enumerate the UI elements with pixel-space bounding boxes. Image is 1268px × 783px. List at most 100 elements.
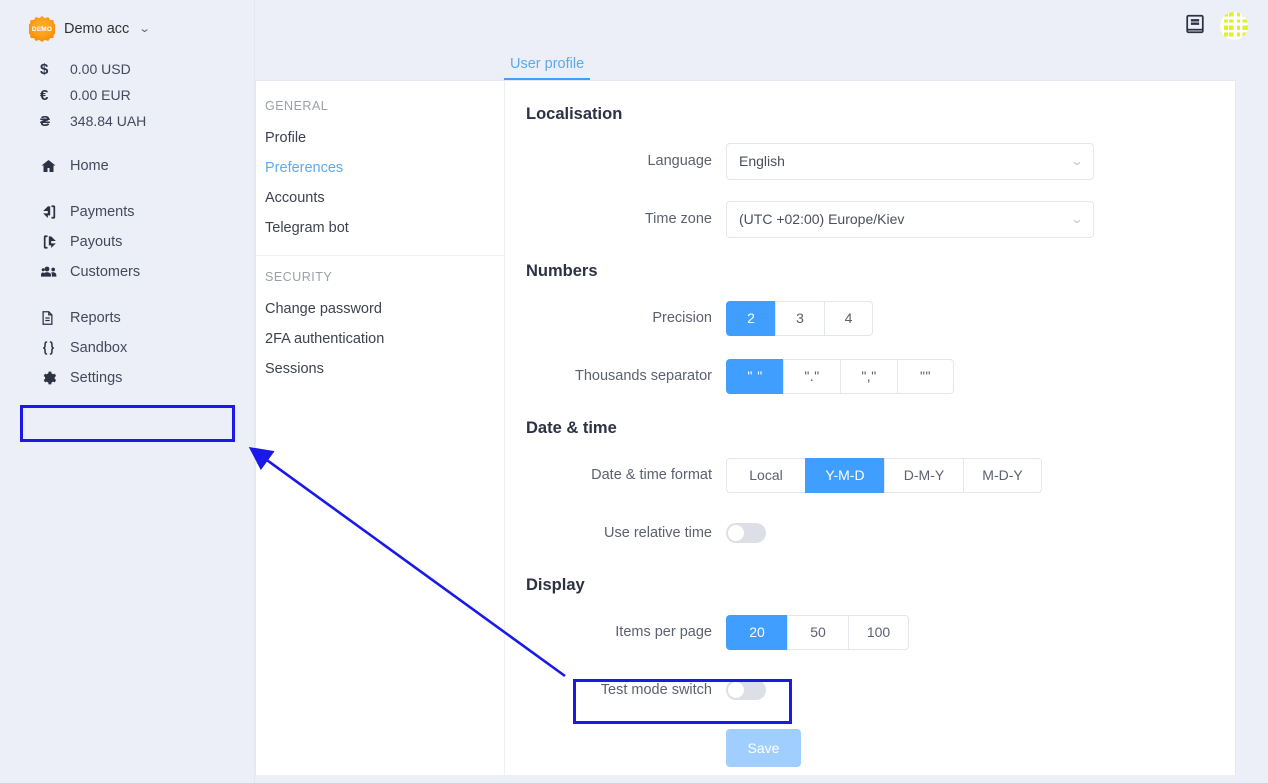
thousands-separator-option-comma[interactable]: "," [840,358,897,394]
balance-row: ₴ 348.84 UAH [0,108,254,134]
items-per-page-segmented-control: 20 50 100 [726,614,909,650]
settings-section-security: SECURITY Change password 2FA authenticat… [256,270,504,384]
balance-row: € 0.00 EUR [0,82,254,108]
tab-label: User profile [510,56,585,72]
content-card-outer: GENERAL Profile Preferences Accounts Tel… [255,80,1268,775]
sign-out-arrow-icon [40,234,70,250]
use-relative-time-toggle[interactable] [726,523,766,543]
nav-group-2: Payments Payouts Customers [0,197,254,287]
datetime-format-option-mdy[interactable]: M-D-Y [963,457,1042,493]
field-label-test-mode: Test mode switch [600,682,712,698]
timezone-select[interactable]: (UTC +02:00) Europe/Kiev ⌄ [726,200,1094,238]
chevron-down-icon: ⌄ [1070,212,1084,226]
field-label-thousands-separator: Thousands separator [574,368,712,384]
sidebar: DEMO Demo acc ⌄ $ 0.00 USD € 0.00 EUR ₴ … [0,0,255,783]
field-label-timezone: Time zone [644,211,712,227]
sidebar-item-label: Payouts [70,234,123,250]
datetime-format-option-ymd[interactable]: Y-M-D [805,457,884,493]
datetime-format-option-local[interactable]: Local [726,457,805,493]
settings-nav-divider [256,255,504,256]
field-label-language: Language [647,153,712,169]
tab-user-profile[interactable]: User profile [504,56,591,80]
field-label-precision: Precision [652,310,712,326]
datetime-format-segmented-control: Local Y-M-D D-M-Y M-D-Y [726,457,1042,493]
balance-value-uah: 348.84 UAH [70,113,147,129]
group-title-numbers: Numbers [526,262,598,280]
settings-nav-item-change-password[interactable]: Change password [256,294,504,324]
user-avatar[interactable] [1220,12,1248,40]
settings-nav: GENERAL Profile Preferences Accounts Tel… [256,81,505,775]
section-title-security: SECURITY [265,270,333,284]
sidebar-item-label: Home [70,158,109,174]
group-title-localisation: Localisation [526,105,623,123]
sidebar-item-payouts[interactable]: Payouts [0,227,254,257]
users-icon [40,264,70,280]
chevron-down-icon: ⌄ [138,22,152,35]
thousands-separator-option-none[interactable]: "" [897,358,954,394]
currency-symbol-uah: ₴ [40,112,51,130]
sidebar-item-home[interactable]: Home [0,151,254,181]
content-card: GENERAL Profile Preferences Accounts Tel… [255,80,1236,775]
demo-badge-label: DEMO [31,25,53,33]
sidebar-item-customers[interactable]: Customers [0,257,254,287]
precision-option-2[interactable]: 2 [726,300,775,336]
thousands-separator-segmented-control: " " "." "," "" [726,358,954,394]
sidebar-empty-box-highlight [20,405,235,442]
datetime-format-option-dmy[interactable]: D-M-Y [884,457,963,493]
document-icon [40,310,70,326]
field-precision: Precision 2 3 4 [526,289,1235,347]
test-mode-switch-toggle[interactable] [726,680,766,700]
field-label-datetime-format: Date & time format [591,467,712,483]
field-relative-time: Use relative time [526,504,1235,562]
home-icon [40,158,70,174]
settings-nav-item-accounts[interactable]: Accounts [256,183,504,213]
currency-symbol-usd: $ [40,60,49,78]
settings-nav-item-preferences[interactable]: Preferences [256,153,504,183]
field-label-items-per-page: Items per page [615,624,712,640]
currency-symbol-eur: € [40,86,49,104]
field-thousands-separator: Thousands separator " " "." "," "" [526,347,1235,405]
sidebar-item-label: Reports [70,310,121,326]
gear-icon [40,370,70,386]
save-button[interactable]: Save [726,729,801,767]
settings-nav-item-2fa[interactable]: 2FA authentication [256,324,504,354]
sidebar-item-payments[interactable]: Payments [0,197,254,227]
field-label-relative-time: Use relative time [604,525,712,541]
field-timezone: Time zone (UTC +02:00) Europe/Kiev ⌄ [526,190,1235,248]
precision-option-3[interactable]: 3 [775,300,824,336]
field-items-per-page: Items per page 20 50 100 [526,603,1235,661]
thousands-separator-option-dot[interactable]: "." [783,358,840,394]
thousands-separator-option-space[interactable]: " " [726,358,783,394]
code-braces-icon [40,340,70,356]
preferences-panel: Localisation Language English ⌄ Time zon… [505,81,1235,775]
account-switcher[interactable]: DEMO Demo acc ⌄ [0,0,254,42]
topbar [255,0,1268,52]
nav-group-1: Home [0,151,254,181]
items-per-page-option-50[interactable]: 50 [787,614,848,650]
field-language: Language English ⌄ [526,132,1235,190]
balance-value-usd: 0.00 USD [70,61,131,77]
balance-row: $ 0.00 USD [0,56,254,82]
chevron-down-icon: ⌄ [1070,154,1084,168]
settings-section-general: GENERAL Profile Preferences Accounts Tel… [256,99,504,243]
main-area: User profile GENERAL Profile Preferences… [255,0,1268,783]
sidebar-item-sandbox[interactable]: Sandbox [0,333,254,363]
language-select-value: English [739,153,785,169]
settings-nav-item-profile[interactable]: Profile [256,123,504,153]
language-select[interactable]: English ⌄ [726,142,1094,180]
precision-option-4[interactable]: 4 [824,300,873,336]
section-title-general: GENERAL [265,99,329,113]
sidebar-item-settings[interactable]: Settings [0,363,254,393]
timezone-select-value: (UTC +02:00) Europe/Kiev [739,211,905,227]
settings-nav-item-sessions[interactable]: Sessions [256,354,504,384]
toggle-knob [728,682,744,698]
items-per-page-option-100[interactable]: 100 [848,614,909,650]
book-icon[interactable] [1184,13,1206,40]
balance-value-eur: 0.00 EUR [70,87,131,103]
sidebar-item-label: Payments [70,204,135,220]
group-title-datetime: Date & time [526,419,617,437]
settings-nav-item-telegram-bot[interactable]: Telegram bot [256,213,504,243]
sidebar-item-reports[interactable]: Reports [0,303,254,333]
items-per-page-option-20[interactable]: 20 [726,614,787,650]
field-datetime-format: Date & time format Local Y-M-D D-M-Y M-D… [526,446,1235,504]
